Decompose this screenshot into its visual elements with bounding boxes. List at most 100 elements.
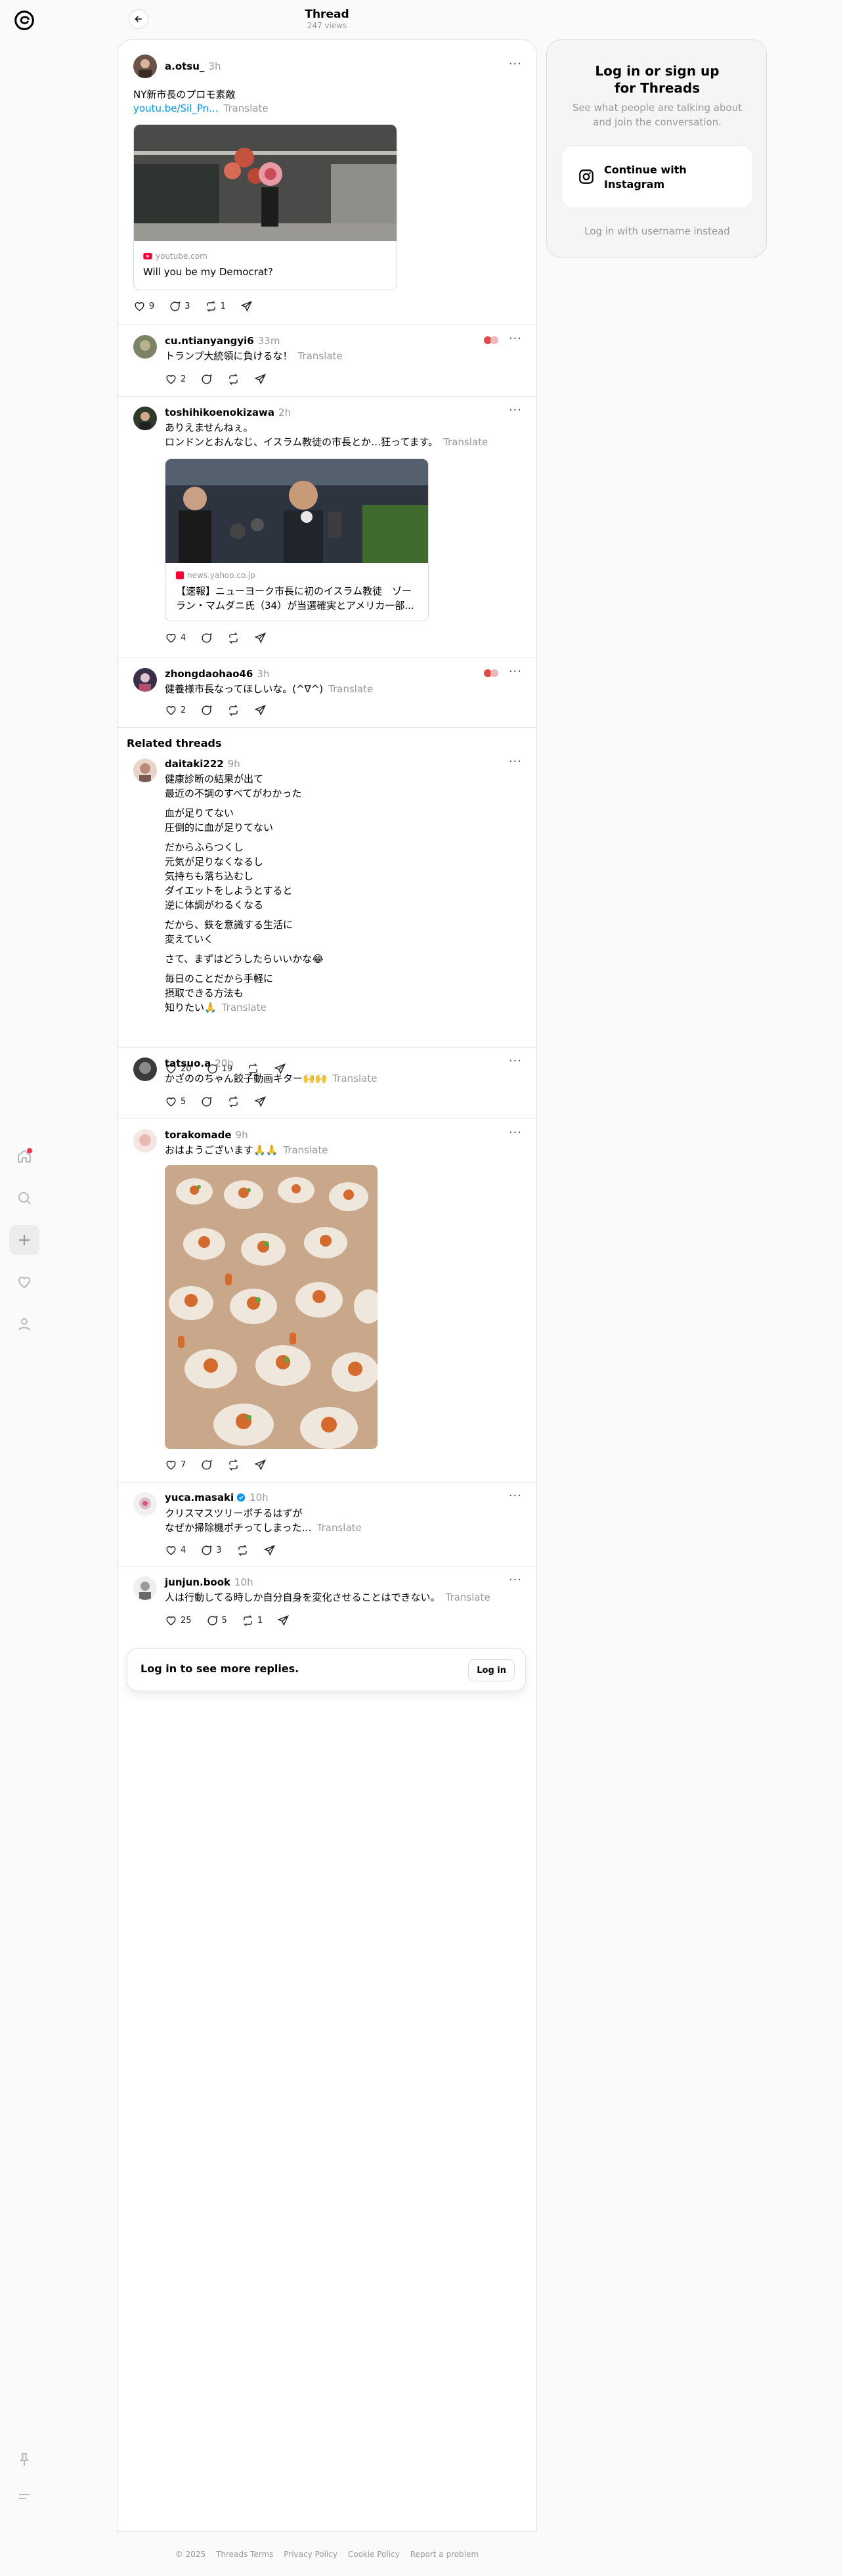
avatar[interactable]: [133, 335, 157, 359]
like-button[interactable]: 25: [165, 1614, 192, 1627]
related-post: daitaki222 9h ··· 健康診断の結果が出て 最近の不調のすべてがわか…: [118, 753, 536, 1048]
footer-link-report[interactable]: Report a problem: [410, 2550, 479, 2559]
repost-button[interactable]: [227, 632, 240, 644]
repost-icon: [206, 301, 215, 312]
translate-button[interactable]: Translate: [283, 1144, 328, 1156]
footer-link-terms[interactable]: Threads Terms: [216, 2550, 273, 2559]
repost-button[interactable]: 1: [242, 1614, 263, 1627]
username-login-link[interactable]: Log in with username instead: [547, 225, 767, 237]
more-options-button[interactable]: ···: [509, 1126, 522, 1140]
reply-button[interactable]: 3: [169, 300, 190, 313]
share-button[interactable]: [254, 1459, 267, 1471]
link-preview-card[interactable]: youtube.com Will you be my Democrat?: [133, 124, 397, 290]
yahoo-icon: [176, 571, 184, 579]
translate-button[interactable]: Translate: [443, 436, 488, 448]
reply-button[interactable]: [200, 373, 213, 386]
more-options-button[interactable]: ···: [509, 755, 522, 768]
more-options-button[interactable]: ···: [509, 57, 522, 71]
translate-button[interactable]: Translate: [332, 1073, 377, 1084]
pinned-nav-button[interactable]: [9, 2445, 39, 2475]
post-link[interactable]: youtu.be/Sil_Pn...: [133, 102, 218, 114]
like-button[interactable]: 2: [165, 704, 186, 717]
username[interactable]: a.otsu_: [165, 60, 204, 72]
reply-button[interactable]: [200, 632, 213, 644]
more-options-button[interactable]: ···: [509, 1054, 522, 1068]
continue-with-instagram-button[interactable]: Continue with Instagram: [561, 145, 753, 208]
reply-button[interactable]: 3: [200, 1544, 222, 1557]
like-button[interactable]: 9: [133, 300, 154, 313]
search-nav-button[interactable]: [9, 1183, 39, 1213]
username[interactable]: cu.ntianyangyi6: [165, 335, 254, 347]
translate-button[interactable]: Translate: [298, 350, 343, 362]
username[interactable]: tatsuo.a: [165, 1057, 211, 1069]
post-image[interactable]: [165, 1165, 378, 1449]
profile-icon: [18, 1318, 30, 1331]
share-button[interactable]: [263, 1544, 276, 1557]
more-options-button[interactable]: ···: [509, 1489, 522, 1503]
share-button[interactable]: [277, 1614, 290, 1627]
translate-button[interactable]: Translate: [317, 1522, 362, 1534]
repost-button[interactable]: [227, 704, 240, 717]
username[interactable]: toshihikoenokizawa: [165, 407, 274, 418]
avatar[interactable]: [133, 668, 157, 692]
reply-button[interactable]: [200, 1096, 213, 1108]
like-button[interactable]: 4: [165, 1544, 186, 1557]
repost-button[interactable]: [227, 1096, 240, 1108]
more-options-button[interactable]: ···: [509, 665, 522, 678]
avatar[interactable]: [133, 759, 157, 782]
translate-button[interactable]: Translate: [446, 1591, 490, 1603]
more-options-button[interactable]: ···: [509, 332, 522, 345]
avatar[interactable]: [133, 1057, 157, 1081]
username[interactable]: zhongdaohao46: [165, 668, 253, 680]
reply-button[interactable]: 5: [206, 1614, 227, 1627]
more-options-button[interactable]: ···: [509, 403, 522, 417]
reply-button[interactable]: [200, 704, 213, 717]
like-button[interactable]: 4: [165, 632, 186, 644]
username[interactable]: daitaki222: [165, 758, 224, 770]
like-button[interactable]: 5: [165, 1096, 186, 1108]
translate-button[interactable]: Translate: [223, 102, 268, 114]
avatar[interactable]: [133, 55, 157, 78]
link-preview-card[interactable]: news.yahoo.co.jp 【速報】ニューヨーク市長に初のイスラム教徒 ゾ…: [165, 458, 429, 621]
share-button[interactable]: [254, 373, 267, 386]
avatar[interactable]: [133, 1576, 157, 1600]
avatar[interactable]: [133, 407, 157, 430]
repost-button[interactable]: [227, 1459, 240, 1471]
avatar[interactable]: [133, 1129, 157, 1153]
repost-button[interactable]: [236, 1544, 249, 1557]
menu-nav-button[interactable]: [9, 2481, 39, 2512]
repost-icon: [229, 633, 238, 644]
avatar[interactable]: [133, 1492, 157, 1516]
share-icon: [277, 1615, 290, 1626]
home-nav-button[interactable]: [9, 1142, 39, 1172]
footer-link-privacy[interactable]: Privacy Policy: [284, 2550, 337, 2559]
thread-feed: a.otsu_ 3h ··· NY新市長のプロモ素敵 youtu.be/Sil_P…: [117, 39, 537, 2532]
translate-button[interactable]: Translate: [222, 1002, 267, 1013]
post-time: 20h: [215, 1057, 234, 1069]
share-button[interactable]: [254, 1096, 267, 1108]
like-button[interactable]: 2: [165, 373, 186, 386]
footer-link-cookies[interactable]: Cookie Policy: [348, 2550, 400, 2559]
username[interactable]: junjun.book: [165, 1576, 230, 1588]
profile-nav-button[interactable]: [9, 1309, 39, 1339]
repost-button[interactable]: 1: [205, 300, 226, 313]
comment-icon: [202, 1097, 212, 1107]
translate-button[interactable]: Translate: [328, 683, 373, 695]
username[interactable]: yuca.masaki: [165, 1492, 234, 1503]
reply-button[interactable]: [200, 1459, 213, 1471]
card-source: news.yahoo.co.jp: [187, 571, 255, 580]
share-button[interactable]: [254, 704, 267, 717]
share-button[interactable]: [240, 300, 253, 313]
threads-logo-icon[interactable]: [12, 8, 37, 33]
repost-icon: [229, 1096, 238, 1107]
side-title-line: for Threads: [614, 80, 701, 96]
post-time: 9h: [227, 758, 240, 770]
repost-button[interactable]: [227, 373, 240, 386]
like-button[interactable]: 7: [165, 1459, 186, 1471]
share-button[interactable]: [254, 632, 267, 644]
username[interactable]: torakomade: [165, 1129, 232, 1141]
more-options-button[interactable]: ···: [509, 1573, 522, 1587]
create-nav-button[interactable]: [9, 1225, 39, 1255]
activity-nav-button[interactable]: [9, 1267, 39, 1297]
login-button[interactable]: Log in: [468, 1659, 515, 1681]
